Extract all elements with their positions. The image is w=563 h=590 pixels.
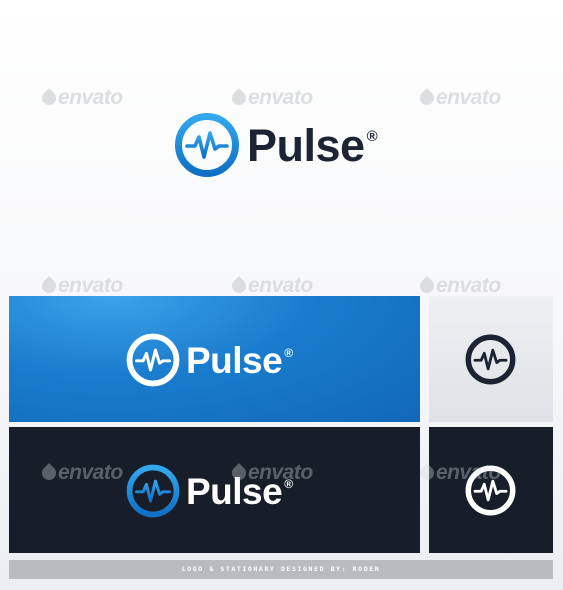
brand-name: Pulse (186, 339, 283, 381)
designer-credit-bar: LOGO & STATIONARY DESIGNED BY: RODEN (9, 560, 553, 579)
envato-leaf-icon (229, 463, 249, 483)
main-logo: Pulse ® (173, 111, 378, 179)
logo-reversed-white: Pulse ® (125, 332, 293, 388)
envato-leaf-icon (229, 88, 249, 108)
pulse-circle-icon (126, 464, 180, 518)
pulse-circle-icon (175, 113, 239, 177)
envato-leaf-icon (39, 88, 59, 108)
pulse-circle-icon (465, 334, 516, 385)
envato-watermark: envato (229, 86, 313, 110)
envato-watermark: envato (229, 461, 313, 485)
envato-watermark: envato (417, 274, 501, 298)
registered-mark: ® (284, 346, 294, 360)
envato-leaf-icon (417, 88, 437, 108)
envato-watermark: envato (417, 86, 501, 110)
dark-icon-panel (429, 427, 553, 553)
envato-watermark: envato (39, 274, 123, 298)
envato-leaf-icon (39, 276, 59, 296)
envato-leaf-icon (229, 276, 249, 296)
blue-logo-panel: Pulse ® (9, 296, 420, 422)
envato-leaf-icon (39, 463, 59, 483)
envato-watermark: envato (417, 461, 501, 485)
envato-watermark: envato (39, 461, 123, 485)
envato-leaf-icon (417, 276, 437, 296)
envato-watermark: envato (229, 274, 313, 298)
dark-logo-panel: Pulse ® (9, 427, 420, 553)
registered-mark: ® (366, 127, 378, 145)
light-icon-panel (429, 296, 553, 422)
brand-name: Pulse (247, 119, 365, 171)
pulse-circle-icon (126, 333, 180, 387)
envato-leaf-icon (417, 463, 437, 483)
logo-presentation-sheet: envato envato envato Pulse ® envato enva… (0, 0, 563, 590)
envato-watermark: envato (39, 86, 123, 110)
